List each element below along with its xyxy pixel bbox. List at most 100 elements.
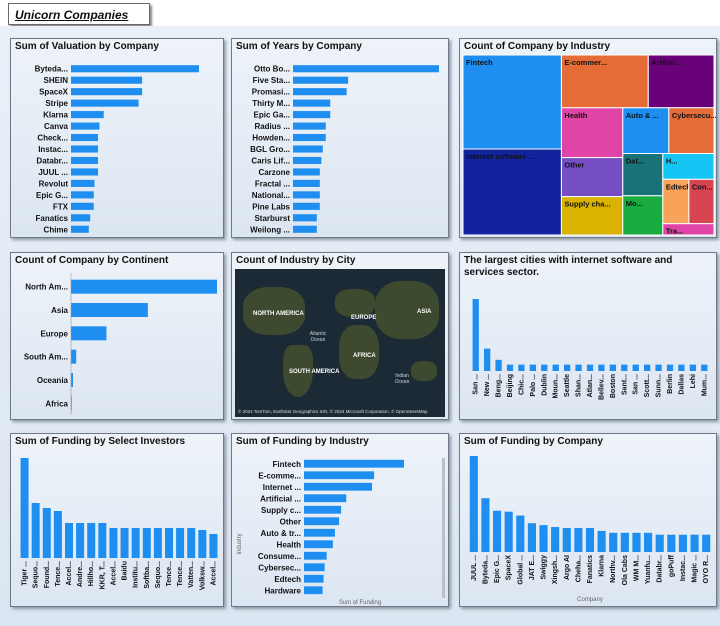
continent-svg: North Am... Asia Europe South Am... Oceania A… <box>24 273 217 415</box>
treemap-label: Auto & ... <box>626 111 659 120</box>
category-label: Softba... <box>144 561 151 589</box>
category-label: Mum... <box>701 374 708 396</box>
cities-svg: San ... New ... Beng... Beijing Chic... Palo … <box>472 299 708 400</box>
bar <box>644 532 653 552</box>
treemap-cell[interactable]: Artifici... <box>647 54 715 109</box>
bar <box>609 532 618 552</box>
years-chart[interactable]: Sum of Years by Company Otto Bo... Five S… <box>231 38 449 238</box>
bar <box>71 326 107 341</box>
bar <box>71 156 99 165</box>
map-label: Indian Ocean <box>394 373 410 385</box>
category-label: Cheha... <box>575 555 582 582</box>
bar <box>87 523 96 558</box>
treemap-cell[interactable]: Auto & ... <box>622 107 670 155</box>
bar <box>293 88 347 96</box>
category-label: Sequo... <box>33 561 40 588</box>
treemap-cell[interactable]: Supply cha... <box>560 196 624 236</box>
category-label: Health <box>277 540 302 549</box>
treemap-cell[interactable]: Fintech <box>462 54 562 150</box>
scrollbar[interactable] <box>442 458 445 598</box>
continent-chart[interactable]: Count of Company by Continent North Am..… <box>10 252 224 420</box>
bar <box>293 191 320 199</box>
bar <box>529 364 536 371</box>
bar <box>701 364 708 371</box>
bar <box>644 364 651 371</box>
bar <box>620 532 629 552</box>
category-label: Promasi... <box>252 88 290 97</box>
category-label: Seattle <box>564 374 571 397</box>
bar <box>304 505 342 514</box>
category-label: Carzone <box>258 168 290 177</box>
cities-chart[interactable]: The largest cities with internet softwar… <box>459 252 717 420</box>
city-map[interactable]: Count of Industry by City NORTH AMERICA … <box>231 252 449 420</box>
category-label: KKR, T... <box>99 561 106 589</box>
category-label: Fanatics <box>36 214 69 223</box>
bar <box>293 99 331 107</box>
treemap-cell[interactable]: H... <box>662 153 715 180</box>
treemap-cell[interactable]: Cybersecu... <box>668 107 717 155</box>
investors-svg: Tiger ... Sequo... Found... Tence... Accel..… <box>20 458 218 590</box>
bar <box>518 364 525 371</box>
funding-industry-chart[interactable]: Sum of Funding by Industry Fintech E-comm… <box>231 433 449 607</box>
category-label: Internet ... <box>263 483 301 492</box>
category-label: Fanatics <box>587 555 594 584</box>
map-label: NORTH AMERICA <box>253 311 304 317</box>
category-label: Fractal ... <box>255 179 290 188</box>
treemap-cell[interactable]: Edtech <box>662 178 691 225</box>
investors-chart[interactable]: Sum of Funding by Select Investors Tiger… <box>10 433 224 607</box>
world-map[interactable]: NORTH AMERICA EUROPE ASIA Atlantic Ocean… <box>235 269 445 417</box>
category-label: Tence... <box>166 561 173 587</box>
treemap-label: E-commer... <box>564 58 607 67</box>
category-label: Chime <box>44 225 69 234</box>
bar <box>575 364 582 371</box>
treemap-cell[interactable]: Tra... <box>662 223 715 236</box>
treemap-cell[interactable]: Dat... <box>622 153 664 197</box>
treemap-cell[interactable]: Health <box>560 107 624 159</box>
europe-land <box>335 289 375 317</box>
valuation-chart[interactable]: Sum of Valuation by Company Byteda... SHE… <box>10 38 224 238</box>
bar <box>551 527 560 552</box>
category-label: Oceania <box>37 376 69 385</box>
bar <box>504 511 513 552</box>
treemap-label: Mo... <box>626 199 643 208</box>
funding-company-chart[interactable]: Sum of Funding by Company JUUL ... Byteda… <box>459 433 717 607</box>
category-label: Klarna <box>43 111 68 120</box>
category-label: Instac... <box>680 555 687 581</box>
category-label: Xingsh... <box>552 555 559 584</box>
treemap-cell[interactable]: Other <box>560 157 624 198</box>
bar <box>293 225 317 233</box>
bar <box>304 574 324 583</box>
category-label: Byteda... <box>482 555 489 584</box>
funding-company-svg: JUUL ... Byteda... Epic G... SpaceX Global .… <box>469 456 711 603</box>
category-label: Caris Lif... <box>251 156 290 165</box>
bar <box>142 528 151 558</box>
industry-treemap[interactable]: Count of Company by Industry Fintech Inte… <box>459 38 717 238</box>
bar <box>98 523 107 558</box>
bar <box>481 498 490 552</box>
bar <box>65 523 73 558</box>
treemap-cell[interactable]: Internet software ... <box>462 148 562 236</box>
category-label: Howden... <box>252 134 290 143</box>
category-label: Global ... <box>517 555 524 585</box>
treemap-cell[interactable]: Con... <box>688 178 715 225</box>
category-label: Magic ... <box>692 555 699 583</box>
bar <box>562 528 571 552</box>
bar <box>71 76 143 84</box>
treemap-svg: Fintech Internet software ... E-commer... A… <box>462 54 717 236</box>
category-label: JUUL ... <box>38 168 68 177</box>
category-label: Weilong ... <box>250 225 290 234</box>
category-label: Asia <box>51 306 68 315</box>
treemap-label: Edtech <box>666 182 691 191</box>
category-label: Andre... <box>77 561 84 587</box>
bar <box>304 551 327 560</box>
map-label: EUROPE <box>351 315 377 321</box>
treemap-cell[interactable]: Mo... <box>622 195 664 236</box>
bar <box>690 534 699 552</box>
treemap-cell[interactable]: E-commer... <box>560 54 649 109</box>
bar <box>293 76 349 84</box>
treemap-rect <box>462 54 562 150</box>
category-label: Ola Cabs <box>622 555 629 585</box>
category-label: Consume... <box>258 552 301 561</box>
category-label: Northv... <box>610 555 617 583</box>
bar <box>304 540 333 549</box>
